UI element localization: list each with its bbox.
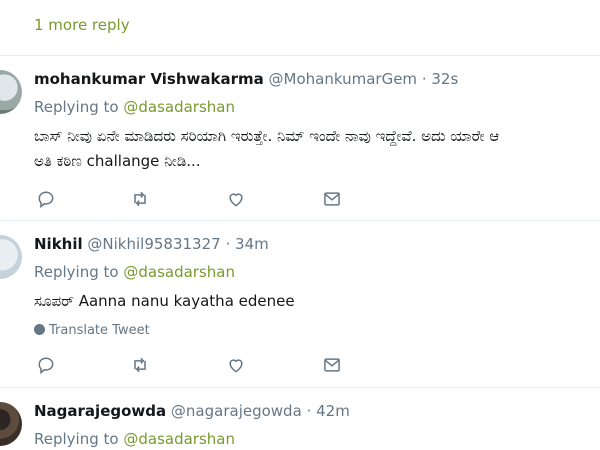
- like-icon: [229, 359, 243, 373]
- retweet-button[interactable]: [130, 355, 154, 379]
- author-handle[interactable]: @Nikhil95831327: [87, 235, 220, 253]
- separator-dot: ·: [421, 70, 427, 88]
- tweet-actions: [34, 189, 354, 213]
- like-icon: [229, 193, 243, 207]
- avatar[interactable]: [0, 235, 22, 279]
- tweet-text: ಸೂಪರ್ Aanna nanu kayatha edenee: [34, 289, 295, 314]
- tweet-item[interactable]: mohankumar Vishwakarma @MohankumarGem · …: [0, 56, 600, 220]
- mention-link[interactable]: @dasadarshan: [123, 263, 235, 281]
- timestamp[interactable]: 32s: [431, 70, 458, 88]
- reply-button[interactable]: [36, 355, 60, 379]
- replying-prefix: Replying to: [34, 98, 119, 116]
- direct-message-icon: [324, 192, 340, 206]
- tweet-actions: [34, 355, 354, 379]
- author-handle[interactable]: @nagarajegowda: [171, 402, 302, 420]
- author-handle[interactable]: @MohankumarGem: [269, 70, 418, 88]
- tweet-item[interactable]: Nikhil @Nikhil95831327 · 34m Replying to…: [0, 221, 600, 387]
- translate-tweet-link[interactable]: Translate Tweet: [34, 323, 150, 338]
- replying-prefix: Replying to: [34, 263, 119, 281]
- replying-to: Replying to @dasadarshan: [34, 98, 235, 116]
- direct-message-icon: [324, 358, 340, 372]
- direct-message-button[interactable]: [322, 189, 346, 213]
- replying-to: Replying to @dasadarshan: [34, 430, 235, 448]
- replying-prefix: Replying to: [34, 430, 119, 448]
- like-button[interactable]: [226, 355, 250, 379]
- avatar[interactable]: [0, 70, 22, 114]
- tweet-header: Nikhil @Nikhil95831327 · 34m: [34, 235, 269, 253]
- show-more-replies-link[interactable]: 1 more reply: [34, 16, 130, 34]
- replying-to: Replying to @dasadarshan: [34, 263, 235, 281]
- mention-link[interactable]: @dasadarshan: [123, 430, 235, 448]
- globe-icon: [34, 324, 45, 335]
- timestamp[interactable]: 42m: [316, 402, 350, 420]
- retweet-button[interactable]: [130, 189, 154, 213]
- author-name[interactable]: mohankumar Vishwakarma: [34, 70, 264, 88]
- tweet-text-line: ಬಾಸ್ ನೀವು ಏನೇ ಮಾಡಿದರು ಸರಿಯಾಗಿ ಇರುತ್ತೇ. ನ…: [34, 127, 500, 145]
- author-name[interactable]: Nagarajegowda: [34, 402, 166, 420]
- author-name[interactable]: Nikhil: [34, 235, 83, 253]
- tweet-text-line: ಸೂಪರ್ Aanna nanu kayatha edenee: [34, 292, 295, 310]
- separator-dot: ·: [225, 235, 231, 253]
- timestamp[interactable]: 34m: [235, 235, 269, 253]
- separator-dot: ·: [306, 402, 312, 420]
- avatar[interactable]: [0, 402, 22, 446]
- tweet-text: ಬಾಸ್ ನೀವು ಏನೇ ಮಾಡಿದರು ಸರಿಯಾಗಿ ಇರುತ್ತೇ. ನ…: [34, 124, 499, 174]
- reply-icon: [38, 191, 54, 209]
- mention-link[interactable]: @dasadarshan: [123, 98, 235, 116]
- retweet-icon: [134, 357, 146, 373]
- tweet-header: mohankumar Vishwakarma @MohankumarGem · …: [34, 70, 458, 88]
- tweet-text-line: ಅತಿ ಕಠಿಣ challange ನೀಡಿ...: [34, 152, 201, 170]
- reply-button[interactable]: [36, 189, 60, 213]
- translate-label: Translate Tweet: [49, 323, 150, 338]
- like-button[interactable]: [226, 189, 250, 213]
- direct-message-button[interactable]: [322, 355, 346, 379]
- reply-icon: [38, 357, 54, 375]
- tweet-header: Nagarajegowda @nagarajegowda · 42m: [34, 402, 350, 420]
- tweet-item[interactable]: Nagarajegowda @nagarajegowda · 42m Reply…: [0, 388, 600, 450]
- retweet-icon: [134, 191, 146, 207]
